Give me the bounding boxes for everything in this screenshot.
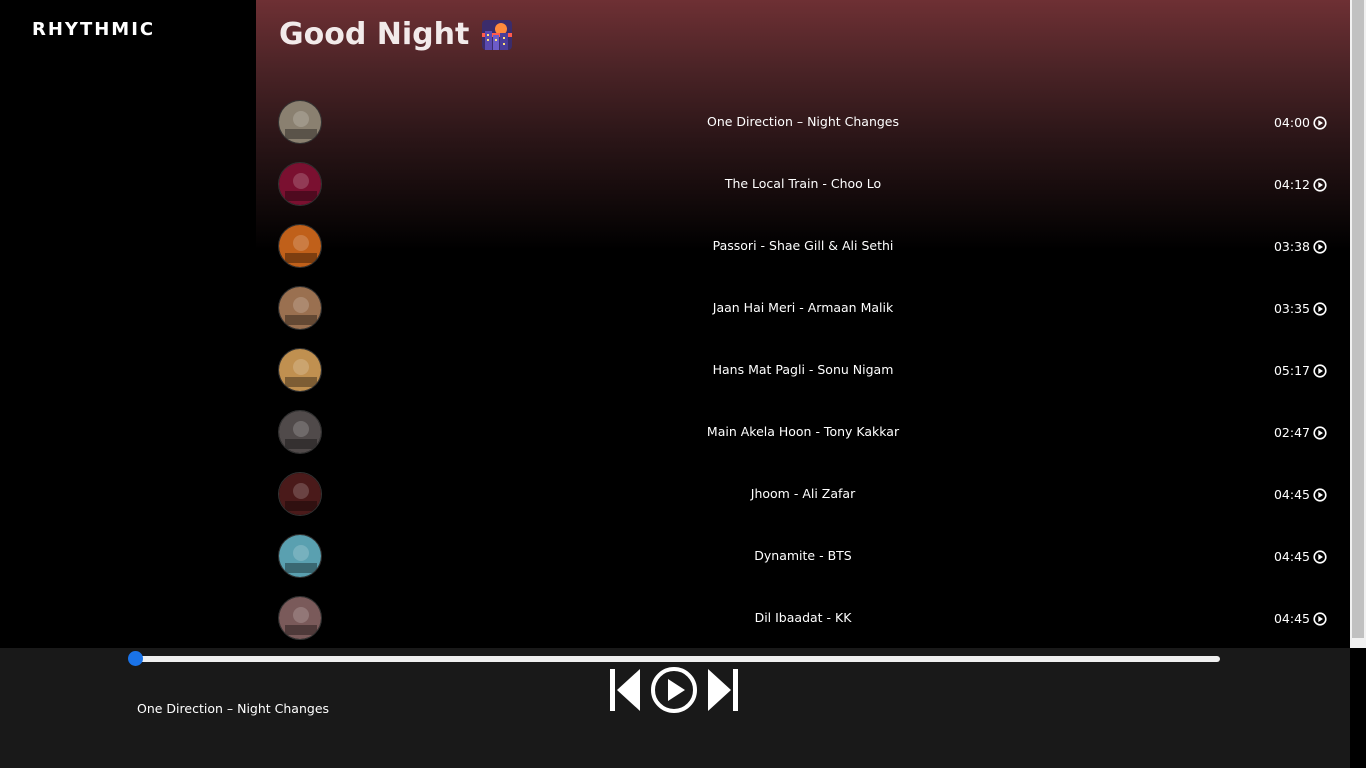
song-duration: 04:00 bbox=[1273, 115, 1310, 130]
progress-slider-thumb[interactable] bbox=[128, 651, 143, 666]
album-cover bbox=[278, 410, 322, 454]
song-meta: 04:45 bbox=[1274, 487, 1327, 502]
song-item[interactable]: Hans Mat Pagli - Sonu Nigam 05:17 bbox=[256, 346, 1350, 408]
main-content: Good Night One Direction – Night Changes… bbox=[256, 0, 1350, 648]
play-circle-icon[interactable] bbox=[1313, 177, 1327, 192]
sidebar: RHYTHMIC bbox=[0, 0, 256, 648]
song-duration: 04:45 bbox=[1273, 611, 1310, 626]
play-circle-icon[interactable] bbox=[1313, 611, 1327, 626]
song-meta: 05:17 bbox=[1274, 363, 1327, 378]
song-duration: 04:45 bbox=[1273, 487, 1310, 502]
previous-icon[interactable] bbox=[608, 667, 642, 717]
song-title: One Direction – Night Changes bbox=[706, 114, 900, 129]
song-item[interactable]: One Direction – Night Changes 04:00 bbox=[256, 98, 1350, 160]
play-circle-icon[interactable] bbox=[1313, 425, 1327, 440]
song-item[interactable]: Jaan Hai Meri - Armaan Malik 03:35 bbox=[256, 284, 1350, 346]
song-duration: 04:45 bbox=[1273, 549, 1310, 564]
player-controls bbox=[608, 666, 740, 718]
album-cover bbox=[278, 348, 322, 392]
song-duration: 03:38 bbox=[1273, 239, 1310, 254]
song-list: One Direction – Night Changes 04:00 The Lo… bbox=[256, 98, 1350, 648]
scrollbar[interactable] bbox=[1350, 0, 1366, 648]
album-cover bbox=[278, 162, 322, 206]
album-cover bbox=[278, 534, 322, 578]
song-duration: 02:47 bbox=[1273, 425, 1310, 440]
scrollbar-thumb[interactable] bbox=[1352, 0, 1364, 638]
song-meta: 03:35 bbox=[1274, 301, 1327, 316]
next-icon[interactable] bbox=[706, 667, 740, 717]
play-circle-icon[interactable] bbox=[1313, 301, 1327, 316]
song-item[interactable]: Passori - Shae Gill & Ali Sethi 03:38 bbox=[256, 222, 1350, 284]
play-circle-icon[interactable] bbox=[1313, 549, 1327, 564]
song-title: Jaan Hai Meri - Armaan Malik bbox=[712, 300, 894, 315]
night-city-icon bbox=[481, 19, 513, 51]
song-duration: 05:17 bbox=[1273, 363, 1310, 378]
album-cover bbox=[278, 100, 322, 144]
song-meta: 04:00 bbox=[1274, 115, 1327, 130]
play-icon[interactable] bbox=[650, 666, 698, 718]
album-cover bbox=[278, 286, 322, 330]
song-meta: 04:45 bbox=[1274, 611, 1327, 626]
page-header: Good Night bbox=[279, 17, 513, 52]
song-title: Main Akela Hoon - Tony Kakkar bbox=[706, 424, 900, 439]
page-title: Good Night bbox=[279, 17, 470, 52]
song-item[interactable]: Jhoom - Ali Zafar 04:45 bbox=[256, 470, 1350, 532]
album-cover bbox=[278, 472, 322, 516]
play-circle-icon[interactable] bbox=[1313, 487, 1327, 502]
progress-track[interactable] bbox=[134, 656, 1220, 662]
play-circle-icon[interactable] bbox=[1313, 363, 1327, 378]
song-duration: 04:12 bbox=[1273, 177, 1310, 192]
song-title: Dynamite - BTS bbox=[754, 548, 852, 563]
play-circle-icon[interactable] bbox=[1313, 115, 1327, 130]
song-title: Jhoom - Ali Zafar bbox=[750, 486, 856, 501]
song-title: The Local Train - Choo Lo bbox=[724, 176, 882, 191]
song-meta: 03:38 bbox=[1274, 239, 1327, 254]
song-item[interactable]: Dynamite - BTS 04:45 bbox=[256, 532, 1350, 594]
song-duration: 03:35 bbox=[1273, 301, 1310, 316]
song-title: Passori - Shae Gill & Ali Sethi bbox=[712, 238, 894, 253]
album-cover bbox=[278, 224, 322, 268]
player-bar: One Direction – Night Changes bbox=[0, 648, 1350, 768]
song-item[interactable]: Dil Ibaadat - KK 04:45 bbox=[256, 594, 1350, 648]
song-title: Dil Ibaadat - KK bbox=[754, 610, 852, 625]
song-item[interactable]: Main Akela Hoon - Tony Kakkar 02:47 bbox=[256, 408, 1350, 470]
album-cover bbox=[278, 596, 322, 640]
now-playing-title: One Direction – Night Changes bbox=[137, 701, 330, 716]
play-circle-icon[interactable] bbox=[1313, 239, 1327, 254]
song-meta: 04:45 bbox=[1274, 549, 1327, 564]
app-logo: RHYTHMIC bbox=[32, 19, 156, 40]
song-item[interactable]: The Local Train - Choo Lo 04:12 bbox=[256, 160, 1350, 222]
song-title: Hans Mat Pagli - Sonu Nigam bbox=[712, 362, 894, 377]
song-meta: 04:12 bbox=[1274, 177, 1327, 192]
song-meta: 02:47 bbox=[1274, 425, 1327, 440]
